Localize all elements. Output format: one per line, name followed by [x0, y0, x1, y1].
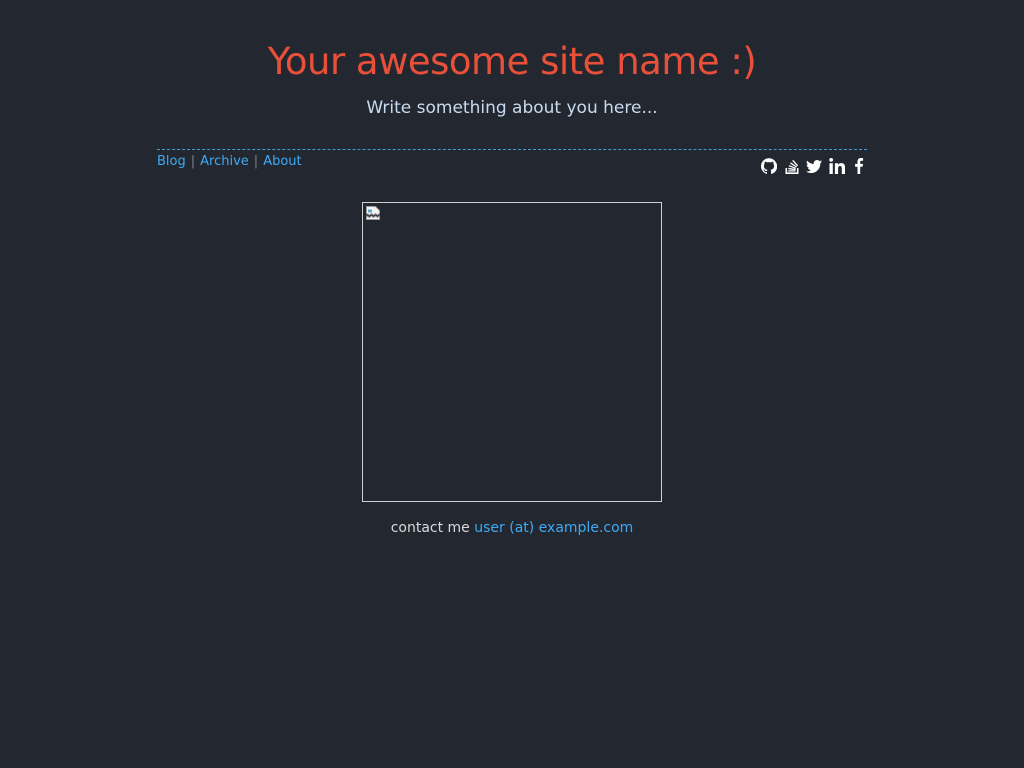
social-links [755, 157, 868, 175]
nav-separator: | [190, 154, 196, 169]
nav-link-archive[interactable]: Archive [200, 154, 249, 169]
site-title[interactable]: Your awesome site name :) [0, 38, 1024, 86]
stackoverflow-icon[interactable] [784, 158, 800, 174]
broken-image-icon [366, 206, 380, 220]
linkedin-icon[interactable] [828, 158, 845, 174]
site-tagline: Write something about you here... [366, 98, 658, 118]
nav-separator: | [253, 154, 259, 169]
contact-label: contact me [390, 520, 470, 536]
nav-links: Blog | Archive | About [157, 153, 302, 171]
navbar: Blog | Archive | About [157, 149, 867, 180]
nav-link-about[interactable]: About [263, 154, 301, 169]
nav-link-blog[interactable]: Blog [157, 154, 186, 169]
twitter-icon[interactable] [806, 158, 822, 174]
profile-image [362, 202, 662, 502]
facebook-icon[interactable] [851, 158, 867, 174]
github-icon[interactable] [761, 158, 777, 174]
contact-line: contact me user (at) example.com [0, 518, 1024, 538]
email-link[interactable]: user (at) example.com [474, 520, 633, 536]
